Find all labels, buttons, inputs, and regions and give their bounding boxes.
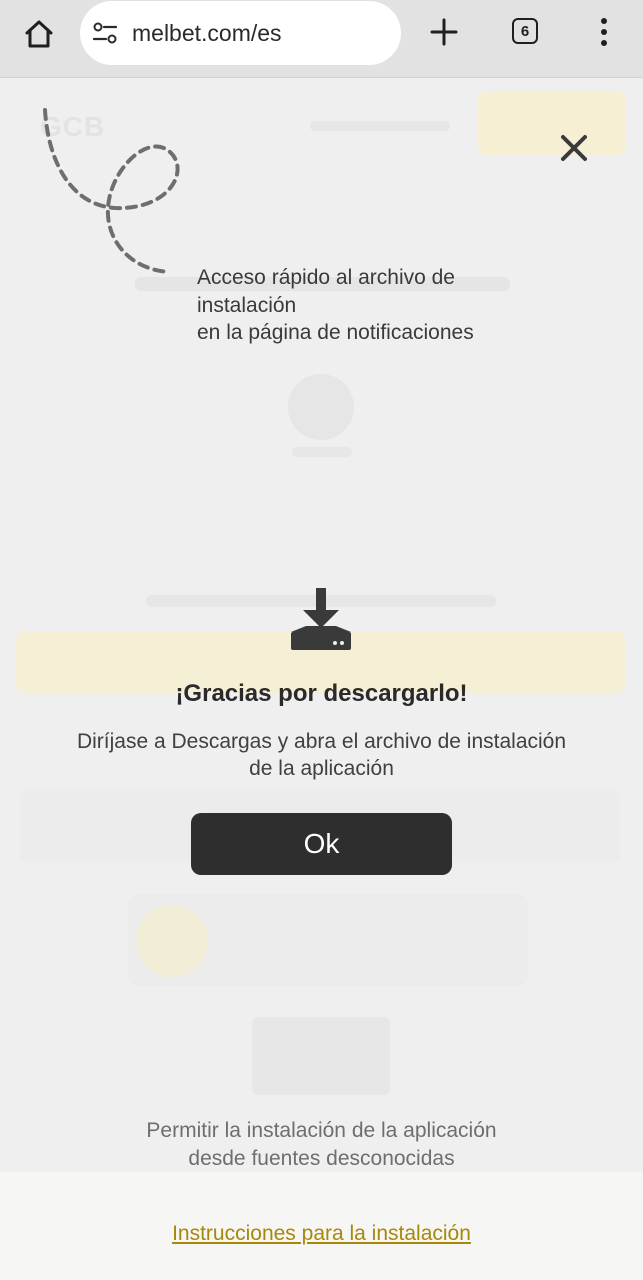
- dashed-arrow-icon: [43, 108, 180, 274]
- background-license-badge: [252, 1017, 390, 1095]
- tab-count: 6: [520, 22, 530, 40]
- close-icon: [561, 135, 587, 161]
- new-tab-button[interactable]: [424, 12, 464, 52]
- ok-button[interactable]: Ok: [191, 813, 452, 875]
- tab-switcher-button[interactable]: 6: [508, 14, 542, 48]
- more-menu-button[interactable]: [590, 14, 618, 50]
- background-chrome-label: [292, 447, 352, 457]
- thanks-description: Diríjase a Descargas y abra el archivo d…: [76, 730, 567, 780]
- thanks-title: ¡Gracias por descargarlo!: [175, 680, 468, 707]
- browser-toolbar: melbet.com/es 6: [0, 0, 643, 78]
- install-instructions-link[interactable]: Instrucciones para la instalación: [0, 1222, 643, 1246]
- tune-icon: [92, 22, 118, 44]
- download-icon: [291, 588, 351, 650]
- home-icon: [25, 20, 53, 48]
- site-settings-button[interactable]: [92, 20, 118, 46]
- background-nav: [310, 121, 450, 131]
- tabs-icon: 6: [512, 18, 538, 44]
- plus-icon: [430, 18, 458, 46]
- permit-unknown-sources-text: Permitir la instalación de la aplicación…: [146, 1119, 497, 1170]
- background-lock-circle: [136, 905, 208, 977]
- close-button[interactable]: [556, 130, 592, 166]
- home-button[interactable]: [18, 14, 60, 54]
- more-vert-icon: [601, 18, 607, 46]
- notification-hint: Acceso rápido al archivo de instalación …: [197, 266, 474, 344]
- background-cta: [478, 91, 626, 155]
- url-text: melbet.com/es: [132, 19, 282, 46]
- background-chrome-logo: [288, 374, 354, 440]
- address-bar[interactable]: melbet.com/es: [80, 1, 401, 65]
